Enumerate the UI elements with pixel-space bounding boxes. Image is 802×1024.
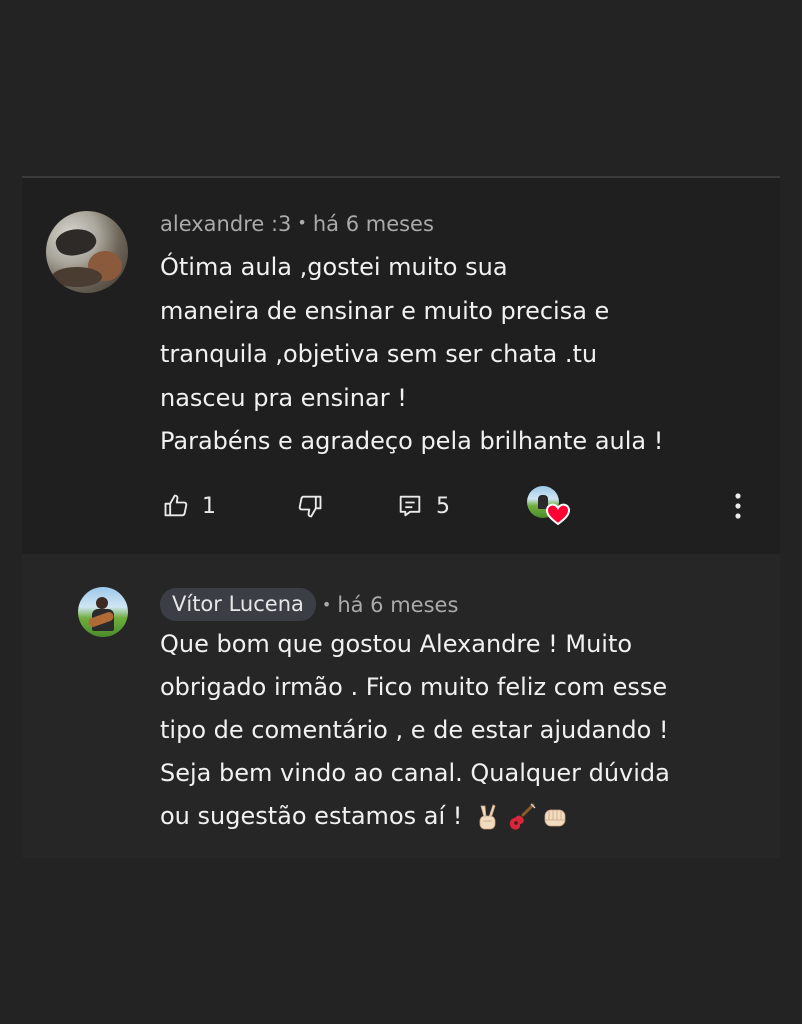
victory-hand-emoji: [472, 802, 502, 832]
reply-author-chip[interactable]: Vítor Lucena: [160, 588, 316, 621]
comment-line: tranquila ,objetiva sem ser chata .tu: [160, 340, 598, 368]
replies-button[interactable]: 5: [396, 486, 450, 526]
comment-line: Ótima aula ,gostei muito sua: [160, 253, 508, 281]
reply-count: 5: [436, 493, 450, 519]
dislike-button[interactable]: [296, 486, 324, 526]
guitar-emoji: [506, 802, 536, 832]
comment-line: maneira de ensinar e muito precisa e: [160, 296, 610, 325]
comment-card: alexandre :3 • há 6 meses Ótima aula ,gost…: [22, 178, 780, 554]
commenter-avatar[interactable]: [46, 211, 128, 293]
heart-icon: [545, 502, 571, 526]
reply-line: tipo de comentário , e de estar ajudando…: [160, 716, 669, 744]
comment-line: nasceu pra ensinar !: [160, 383, 407, 412]
more-options-button[interactable]: [728, 486, 748, 526]
meta-separator: •: [297, 213, 307, 232]
meta-separator: •: [321, 595, 332, 614]
reply-time: há 6 meses: [337, 592, 459, 617]
reply-line: Seja bem vindo ao canal. Qualquer dúvida: [160, 759, 670, 787]
reply-line: ou sugestão estamos aí !: [160, 802, 463, 830]
more-vertical-icon: [735, 493, 741, 519]
reply-line: Que bom que gostou Alexandre ! Muito: [160, 630, 633, 658]
comment-author[interactable]: alexandre :3: [160, 212, 291, 236]
comment-actions: 1 5: [22, 486, 780, 526]
comment-text: Ótima aula ,gostei muito sua maneira de e…: [160, 246, 663, 464]
replier-avatar[interactable]: [78, 587, 128, 637]
comment-icon: [396, 492, 424, 520]
reply-text: Que bom que gostou Alexandre ! Muito obri…: [160, 623, 670, 838]
thumbs-up-icon: [162, 492, 190, 520]
like-button[interactable]: 1: [162, 486, 216, 526]
fist-bump-emoji: [540, 802, 570, 832]
comment-line: Parabéns e agradeço pela brilhante aula …: [160, 427, 664, 455]
reply-line: obrigado irmão . Fico muito feliz com es…: [160, 673, 668, 701]
reply-line-last: ou sugestão estamos aí !: [160, 795, 670, 838]
like-count: 1: [202, 493, 216, 519]
comment-meta: alexandre :3 • há 6 meses: [160, 212, 434, 236]
reply-meta: Vítor Lucena • há 6 meses: [160, 588, 458, 621]
creator-heart[interactable]: [527, 484, 575, 530]
comments-page: alexandre :3 • há 6 meses Ótima aula ,gost…: [0, 0, 802, 1024]
thumbs-down-icon: [296, 492, 324, 520]
reply-card: Vítor Lucena • há 6 meses Que bom que gost…: [22, 554, 780, 858]
comment-time: há 6 meses: [312, 212, 434, 236]
